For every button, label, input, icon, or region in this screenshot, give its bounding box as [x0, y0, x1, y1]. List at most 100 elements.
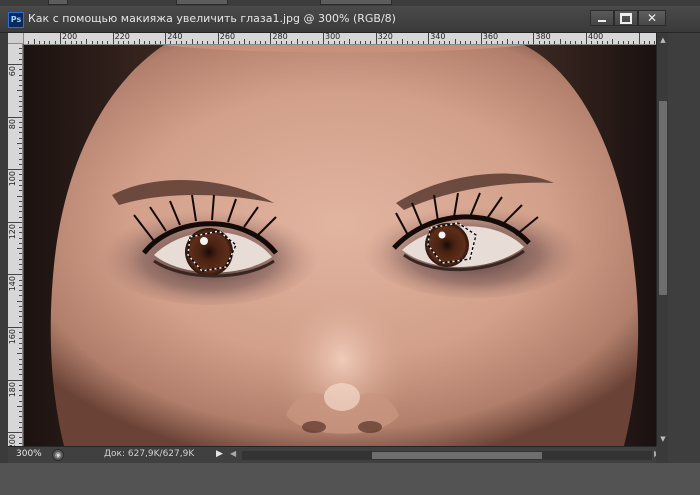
- ruler-tick: [19, 242, 22, 244]
- ruler-tick: [349, 39, 351, 44]
- ruler-tick: [212, 41, 214, 44]
- ruler-tick: [270, 33, 272, 44]
- ruler-tick: [202, 41, 204, 44]
- resize-grip[interactable]: [656, 446, 668, 463]
- ruler-tick: [501, 41, 503, 44]
- ruler-tick: [8, 116, 22, 118]
- horizontal-scroll-thumb[interactable]: [372, 452, 542, 459]
- ruler-tick: [19, 253, 22, 255]
- ruler-tick: [407, 41, 409, 44]
- ruler-tick: [19, 390, 22, 392]
- ruler-tick: [470, 41, 472, 44]
- ruler-label: 120: [8, 223, 17, 240]
- ruler-tick: [19, 190, 22, 192]
- ruler-tick: [465, 41, 467, 44]
- ruler-tick: [19, 437, 22, 439]
- ruler-tick: [19, 111, 22, 113]
- ruler-tick: [649, 41, 651, 44]
- close-button[interactable]: ✕: [638, 10, 666, 26]
- maximize-button[interactable]: [614, 10, 638, 26]
- ruler-label: 360: [482, 33, 499, 41]
- ruler-tick: [60, 33, 61, 44]
- ruler-tick: [633, 41, 635, 44]
- ruler-tick: [19, 374, 22, 376]
- ruler-tick: [19, 163, 22, 165]
- image-canvas[interactable]: [24, 45, 656, 446]
- status-info-icon[interactable]: ◉: [52, 449, 64, 461]
- vertical-scroll-thumb[interactable]: [659, 101, 667, 295]
- minimize-button[interactable]: [590, 10, 614, 26]
- ruler-origin[interactable]: [8, 33, 24, 44]
- ruler-tick: [19, 200, 22, 202]
- ruler-tick: [19, 258, 22, 260]
- minimize-icon: [598, 20, 606, 22]
- ruler-tick: [323, 33, 324, 44]
- ruler-tick: [19, 127, 22, 129]
- status-bar: 300% ◉ Док: 627,9K/627,9K ▶ ◀ ▶: [8, 446, 668, 464]
- ruler-tick: [191, 39, 193, 44]
- document-size-info: Док: 627,9K/627,9K: [104, 449, 195, 459]
- ruler-tick: [38, 41, 40, 44]
- ruler-tick: [454, 39, 456, 44]
- ruler-tick: [459, 41, 461, 44]
- ruler-tick: [19, 216, 22, 218]
- ruler-tick: [19, 321, 22, 323]
- ruler-tick: [19, 48, 22, 50]
- toolbar-field[interactable]: [320, 0, 392, 5]
- ruler-tick: [8, 221, 22, 223]
- ruler-tick: [417, 41, 419, 44]
- horizontal-ruler[interactable]: 200 220 240 260 280 300 320 340 360 380 400: [24, 33, 656, 45]
- ruler-tick: [149, 41, 151, 44]
- ruler-tick: [19, 332, 22, 334]
- ruler-tick: [19, 295, 22, 297]
- horizontal-scrollbar[interactable]: [242, 451, 652, 460]
- ruler-label: 140: [8, 276, 17, 292]
- scroll-left-icon[interactable]: ◀: [230, 449, 236, 458]
- ruler-tick: [522, 41, 524, 44]
- ruler-tick: [19, 153, 22, 155]
- ruler-tick: [17, 300, 22, 302]
- ruler-tick: [133, 41, 135, 44]
- vertical-ruler[interactable]: 60 80 100 120 140 160 180 200: [8, 44, 23, 446]
- ruler-tick: [559, 39, 561, 44]
- toolbar-button[interactable]: [48, 0, 68, 5]
- ruler-label: 400: [588, 33, 604, 41]
- ruler-tick: [317, 41, 319, 44]
- ruler-label: 280: [272, 33, 288, 41]
- ruler-tick: [154, 41, 156, 44]
- ruler-label: 200: [8, 434, 17, 446]
- ruler-tick: [291, 41, 293, 44]
- ruler-tick: [19, 121, 22, 123]
- ruler-tick: [19, 305, 22, 307]
- photoshop-icon: Ps: [8, 12, 24, 28]
- toolbar-field[interactable]: [176, 0, 228, 5]
- ruler-tick: [19, 211, 22, 213]
- document-titlebar[interactable]: Ps Как с помощью макияжа увеличить глаза…: [0, 6, 700, 33]
- ruler-tick: [19, 426, 22, 428]
- ruler-tick: [19, 100, 22, 102]
- ruler-tick: [44, 41, 46, 44]
- ruler-tick: [401, 39, 403, 44]
- status-menu-arrow-icon[interactable]: ▶: [216, 449, 223, 459]
- zoom-level[interactable]: 300%: [16, 449, 42, 459]
- ruler-tick: [238, 41, 240, 44]
- ruler-tick: [528, 41, 530, 44]
- ruler-tick: [244, 39, 246, 44]
- ruler-tick: [512, 41, 514, 44]
- maximize-icon: [620, 12, 632, 24]
- ruler-tick: [19, 74, 22, 76]
- canvas-image: [24, 45, 656, 446]
- ruler-tick: [19, 395, 22, 397]
- ruler-tick: [354, 41, 356, 44]
- ruler-tick: [81, 41, 83, 44]
- ruler-tick: [19, 148, 22, 150]
- ruler-tick: [307, 41, 309, 44]
- ruler-tick: [19, 342, 22, 344]
- ruler-tick: [19, 53, 22, 55]
- ruler-label: 220: [114, 33, 130, 41]
- ruler-tick: [19, 95, 22, 97]
- ruler-tick: [19, 137, 22, 139]
- ruler-tick: [19, 311, 22, 313]
- ruler-tick: [19, 279, 22, 281]
- ruler-tick: [19, 269, 22, 271]
